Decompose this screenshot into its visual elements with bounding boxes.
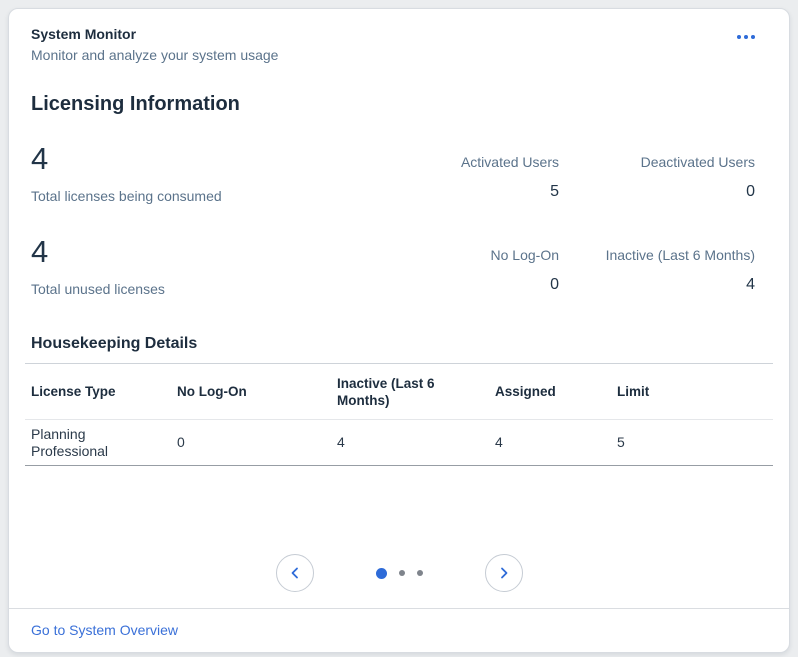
metric-label: Inactive (Last 6 Months) [605,247,755,263]
stat-main-unused: 4 Total unused licenses [31,233,331,298]
housekeeping-title: Housekeeping Details [31,335,198,352]
cell-inactive: 4 [331,419,489,466]
stat-main-consumed: 4 Total licenses being consumed [31,140,331,205]
column-header-license-type: License Type [25,363,171,420]
metric-label: No Log-On [490,247,559,263]
system-monitor-card: System Monitor Monitor and analyze your … [8,8,790,653]
card-body: System Monitor Monitor and analyze your … [9,9,789,595]
card-footer: Go to System Overview [9,608,789,652]
stat-metrics-consumed: Activated Users 5 Deactivated Users 0 [399,154,773,201]
metric-value: 0 [746,183,755,200]
metric-activated-users: Activated Users 5 [399,154,559,201]
column-header-limit: Limit [611,363,773,420]
unused-licenses-value: 4 [31,234,49,269]
carousel-next-button[interactable] [484,554,523,592]
metric-deactivated-users: Deactivated Users 0 [595,154,755,201]
table-row: Planning Professional 0 4 4 5 [25,419,773,466]
carousel-dots [375,567,423,579]
chevron-left-icon [288,566,302,580]
carousel-dot[interactable] [398,570,405,576]
housekeeping-table: License Type No Log-On Inactive (Last 6 … [25,363,773,466]
table-header-row: License Type No Log-On Inactive (Last 6 … [25,363,773,420]
column-header-assigned: Assigned [489,363,611,420]
cell-license-type: Planning Professional [25,419,171,466]
metric-label: Activated Users [460,154,559,170]
consumed-licenses-value: 4 [31,141,49,176]
metric-value: 4 [746,276,755,293]
system-overview-link[interactable]: Go to System Overview [31,621,178,639]
metric-value: 5 [550,183,559,200]
ellipsis-menu-icon[interactable] [733,27,759,47]
column-header-no-logon: No Log-On [171,363,331,420]
card-header: System Monitor Monitor and analyze your … [25,25,773,65]
section-title: Licensing Information [31,93,240,115]
metric-label: Deactivated Users [640,154,755,170]
carousel-prev-button[interactable] [275,554,314,592]
cell-no-logon: 0 [171,419,331,466]
stat-row-unused: 4 Total unused licenses No Log-On 0 Inac… [25,233,773,298]
card-title: System Monitor [31,26,137,42]
stat-metrics-unused: No Log-On 0 Inactive (Last 6 Months) 4 [399,247,773,294]
column-header-inactive: Inactive (Last 6 Months) [331,363,489,420]
cell-assigned: 4 [489,419,611,466]
carousel-dot[interactable] [375,567,387,579]
consumed-licenses-label: Total licenses being consumed [31,188,222,204]
metric-inactive: Inactive (Last 6 Months) 4 [595,247,755,294]
stat-row-consumed: 4 Total licenses being consumed Activate… [25,140,773,205]
carousel [25,554,773,592]
metric-no-logon: No Log-On 0 [399,247,559,294]
carousel-dot[interactable] [416,570,423,576]
metric-value: 0 [550,276,559,293]
cell-limit: 5 [611,419,773,466]
card-subtitle: Monitor and analyze your system usage [31,47,279,63]
unused-licenses-label: Total unused licenses [31,281,165,297]
header-titles: System Monitor Monitor and analyze your … [25,25,733,65]
chevron-right-icon [497,566,511,580]
